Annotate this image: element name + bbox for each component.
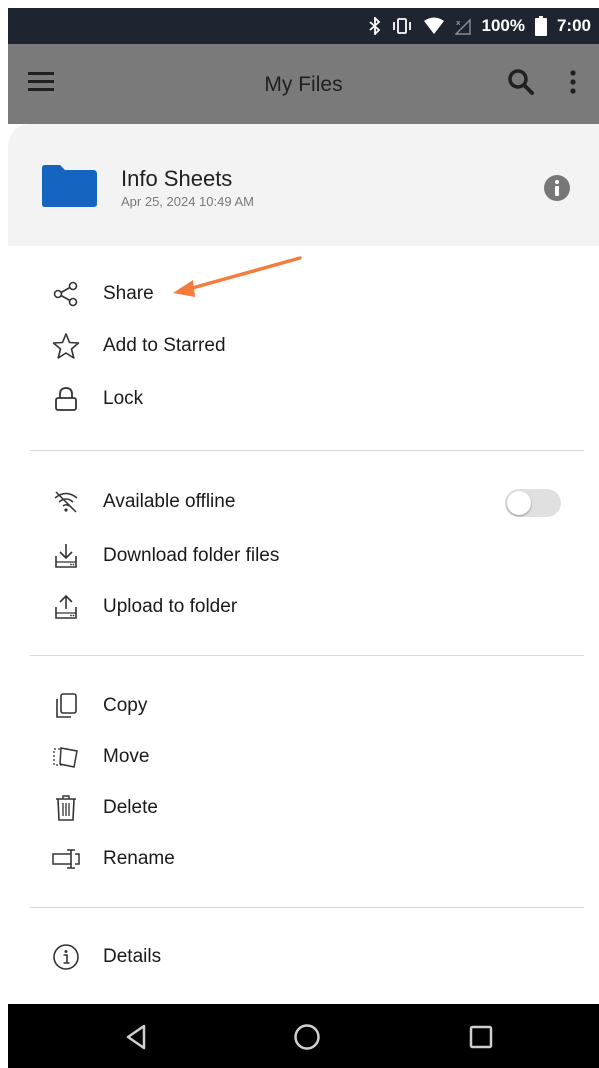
back-icon[interactable] — [122, 1022, 152, 1052]
lock-label: Lock — [103, 388, 144, 409]
menu-item-move[interactable]: Move — [30, 735, 590, 779]
download-icon — [48, 538, 84, 574]
search-icon[interactable] — [507, 68, 535, 96]
menu-item-add-to-starred[interactable]: Add to Starred — [30, 324, 590, 368]
bluetooth-icon — [369, 17, 381, 35]
wifi-icon — [423, 17, 445, 35]
more-options-icon[interactable] — [567, 68, 579, 96]
battery-icon — [534, 16, 547, 36]
svg-text:x: x — [456, 19, 461, 27]
battery-text: 100% — [481, 16, 525, 35]
menu-item-download-folder-files[interactable]: Download folder files — [30, 534, 590, 578]
upload-icon — [48, 589, 84, 625]
folder-icon — [40, 164, 98, 208]
star-icon — [48, 328, 84, 364]
available-offline-toggle[interactable] — [505, 489, 561, 517]
sheet-header: Info Sheets Apr 25, 2024 10:49 AM — [8, 124, 599, 246]
status-bar: x 100% 7:00 — [8, 8, 599, 44]
details-info-icon — [48, 939, 84, 975]
offline-icon — [48, 484, 84, 520]
toggle-knob — [507, 491, 531, 515]
move-icon — [48, 739, 84, 775]
divider — [30, 655, 584, 656]
vibrate-icon — [391, 17, 413, 35]
menu-item-details[interactable]: Details — [30, 935, 590, 979]
menu-item-rename[interactable]: Rename — [30, 837, 590, 881]
info-icon[interactable] — [543, 174, 571, 202]
recents-icon[interactable] — [466, 1022, 496, 1052]
system-nav-bar — [8, 1004, 599, 1068]
copy-icon — [48, 688, 84, 724]
home-icon[interactable] — [292, 1022, 322, 1052]
share-icon — [48, 276, 84, 312]
annotation-arrow — [173, 256, 302, 297]
menu-item-copy[interactable]: Copy — [30, 684, 590, 728]
signal-icon: x — [455, 17, 472, 35]
menu-item-share[interactable]: Share — [30, 272, 590, 316]
rename-icon — [48, 841, 84, 877]
available-offline-label: Available offline — [103, 491, 236, 512]
share-label: Share — [103, 283, 154, 304]
clock: 7:00 — [556, 16, 591, 35]
folder-name: Info Sheets — [121, 166, 233, 191]
delete-label: Delete — [103, 797, 158, 818]
divider — [30, 907, 584, 908]
download-folder-files-label: Download folder files — [103, 545, 280, 566]
move-label: Move — [103, 746, 150, 767]
menu-item-lock[interactable]: Lock — [30, 377, 590, 421]
lock-icon — [48, 381, 84, 417]
copy-label: Copy — [103, 695, 148, 716]
trash-icon — [48, 790, 84, 826]
add-to-starred-label: Add to Starred — [103, 335, 226, 356]
folder-date: Apr 25, 2024 10:49 AM — [121, 194, 254, 209]
rename-label: Rename — [103, 848, 175, 869]
app-bar: My Files — [8, 44, 599, 124]
upload-to-folder-label: Upload to folder — [103, 596, 238, 617]
details-label: Details — [103, 946, 162, 967]
menu-item-delete[interactable]: Delete — [30, 786, 590, 830]
divider — [30, 450, 584, 451]
menu-item-upload-to-folder[interactable]: Upload to folder — [30, 585, 590, 629]
